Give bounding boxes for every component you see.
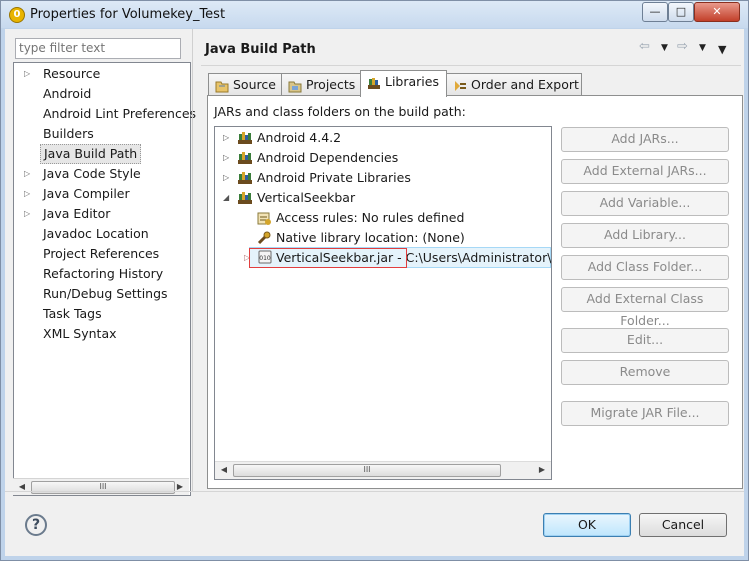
expand-arrow-icon[interactable]: ▷	[24, 204, 34, 224]
header-separator	[201, 65, 741, 66]
properties-dialog: 0 Properties for Volumekey_Test — □ ✕ ▷ …	[0, 0, 749, 561]
filter-input[interactable]	[16, 39, 180, 56]
pane-splitter[interactable]	[192, 29, 193, 491]
scrollbar-thumb[interactable]: III	[233, 464, 501, 477]
native-library-icon	[257, 231, 271, 245]
dialog-client-area: ▷ Resource Android Android Lint Preferen…	[5, 29, 744, 556]
tab-libraries[interactable]: Libraries	[360, 70, 447, 97]
tree-row-android-dependencies[interactable]: ▷ Android Dependencies	[215, 148, 549, 168]
scroll-right-icon[interactable]: ▶	[535, 464, 549, 476]
property-pages-tree: ▷ Resource Android Android Lint Preferen…	[13, 62, 196, 496]
libraries-tab-panel: JARs and class folders on the build path…	[207, 95, 743, 489]
add-external-class-folder-button[interactable]: Add External Class Folder...	[561, 287, 729, 328]
projects-icon	[288, 81, 302, 92]
edit-button[interactable]: Edit...	[561, 328, 729, 353]
tree-horizontal-scrollbar[interactable]: ◀ III ▶	[215, 461, 551, 479]
tree-row-android-4-4-2[interactable]: ▷ Android 4.4.2	[215, 128, 549, 148]
window-title: Properties for Volumekey_Test	[30, 7, 226, 22]
expand-arrow-icon[interactable]: ▷	[24, 164, 34, 184]
access-rules-icon	[257, 212, 271, 225]
page-title: Java Build Path	[205, 42, 316, 57]
add-external-jars-button[interactable]: Add External JARs...	[561, 159, 729, 184]
migrate-jar-file-button[interactable]: Migrate JAR File...	[561, 401, 729, 426]
expand-arrow-icon[interactable]: ▷	[223, 148, 233, 168]
help-icon[interactable]: ?	[25, 514, 47, 536]
library-icon	[238, 172, 252, 184]
expand-arrow-icon[interactable]: ▷	[223, 128, 233, 148]
tree-row-android-private-libraries[interactable]: ▷ Android Private Libraries	[215, 168, 549, 188]
add-library-button[interactable]: Add Library...	[561, 223, 729, 248]
back-arrow-icon[interactable]: ⇦	[639, 39, 650, 54]
ok-button[interactable]: OK	[543, 513, 631, 537]
add-variable-button[interactable]: Add Variable...	[561, 191, 729, 216]
libraries-description: JARs and class folders on the build path…	[214, 104, 466, 119]
library-icon	[238, 132, 252, 144]
scrollbar-thumb[interactable]: III	[31, 481, 175, 494]
build-path-tree[interactable]: ▷ Android 4.4.2 ▷ Android Dependencies ▷…	[214, 126, 552, 480]
maximize-button[interactable]: □	[668, 2, 694, 22]
scroll-left-icon[interactable]: ◀	[217, 464, 231, 476]
libraries-icon	[368, 77, 380, 89]
view-menu-icon[interactable]: ▼	[718, 43, 726, 56]
cancel-button[interactable]: Cancel	[639, 513, 727, 537]
add-jars-button[interactable]: Add JARs...	[561, 127, 729, 152]
tree-row-native-library-location[interactable]: Native library location: (None)	[215, 228, 549, 248]
tree-row-verticalseekbar[interactable]: ◢ VerticalSeekbar	[215, 188, 549, 208]
forward-arrow-icon[interactable]: ⇨	[677, 39, 688, 54]
eclipse-app-icon: 0	[9, 7, 25, 23]
nav-horizontal-scrollbar[interactable]: ◀ III ▶	[13, 478, 189, 495]
expand-arrow-icon[interactable]: ▷	[223, 168, 233, 188]
filter-field[interactable]	[15, 38, 181, 59]
remove-button[interactable]: Remove	[561, 360, 729, 385]
add-class-folder-button[interactable]: Add Class Folder...	[561, 255, 729, 280]
order-export-icon	[455, 80, 466, 91]
footer-separator	[5, 491, 744, 492]
tab-projects[interactable]: Projects	[281, 73, 361, 96]
tree-row-access-rules[interactable]: Access rules: No rules defined	[215, 208, 549, 228]
expand-arrow-icon[interactable]: ▷	[24, 184, 34, 204]
expand-arrow-icon[interactable]: ▷	[24, 64, 34, 84]
source-folder-icon	[215, 81, 229, 92]
tab-order-and-export[interactable]: Order and Export	[446, 73, 582, 96]
title-bar[interactable]: 0 Properties for Volumekey_Test — □ ✕	[1, 1, 748, 28]
library-icon	[238, 192, 252, 204]
tab-source[interactable]: Source	[208, 73, 282, 96]
jar-highlight-marker	[249, 248, 407, 268]
library-icon	[238, 152, 252, 164]
close-button[interactable]: ✕	[694, 2, 740, 22]
back-history-dropdown-icon[interactable]: ▼	[661, 43, 668, 53]
forward-history-dropdown-icon[interactable]: ▼	[699, 43, 706, 53]
collapse-arrow-icon[interactable]: ◢	[223, 188, 233, 208]
minimize-button[interactable]: —	[642, 2, 668, 22]
